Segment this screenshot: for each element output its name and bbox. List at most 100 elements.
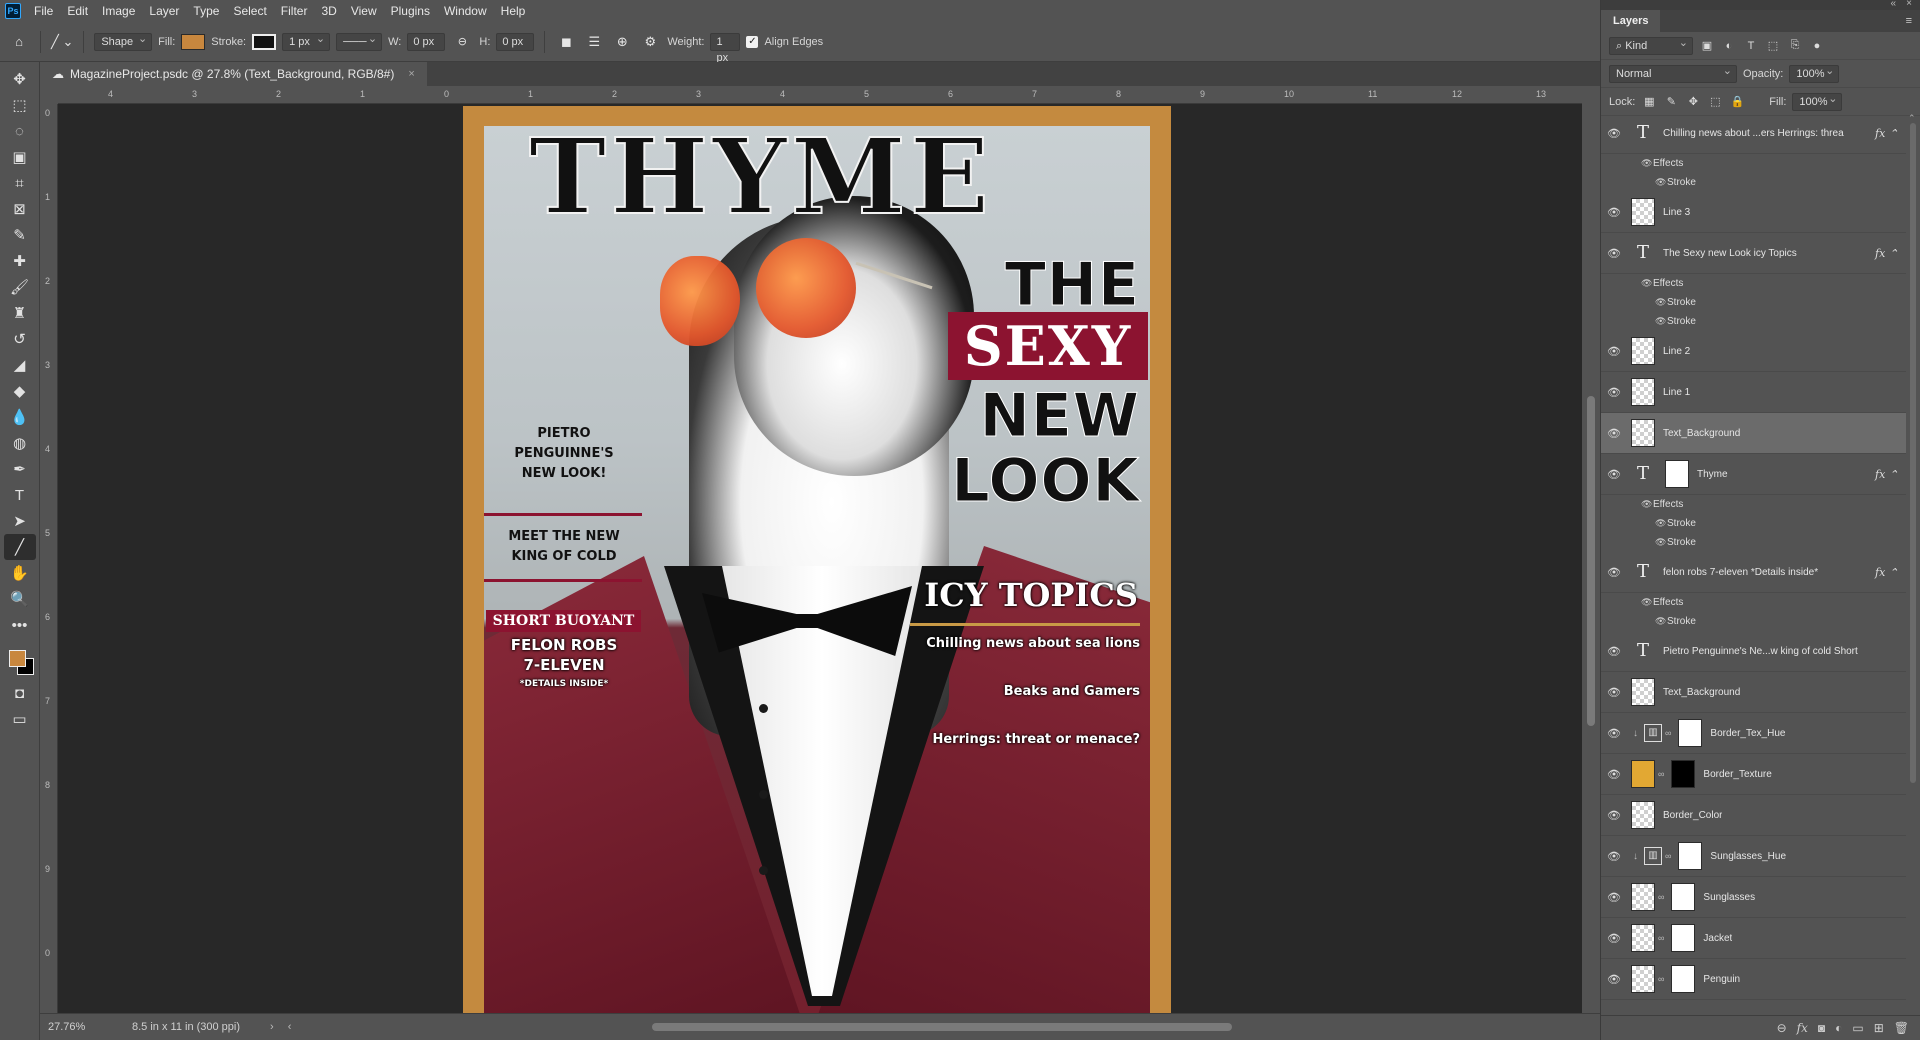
path-operations-icon[interactable]: ◼ — [555, 31, 577, 53]
layer-row[interactable]: 👁 Tfelon robs 7-eleven *Details inside* fx… — [1601, 552, 1906, 593]
layer-name[interactable]: Line 1 — [1663, 387, 1690, 398]
scroll-thumb[interactable] — [1587, 396, 1595, 726]
magazine-cover[interactable]: THYME THE SEXY NEW LOOK PIETRO PENGUINNE… — [484, 126, 1150, 1013]
line-tool-icon[interactable]: ╱ — [3, 534, 36, 560]
stroke-type-select[interactable]: ─── — [336, 31, 383, 51]
visibility-eye-icon[interactable]: 👁 — [1601, 932, 1627, 945]
filter-smart-object-icon[interactable]: ⎘ — [1787, 38, 1803, 54]
new-layer-icon[interactable]: ⊞ — [1874, 1021, 1884, 1035]
layer-row[interactable]: 👁 T Thyme fx ⌃ — [1601, 454, 1906, 495]
hand-tool-icon[interactable]: ✋ — [4, 560, 36, 586]
visibility-eye-icon[interactable]: 👁 — [1601, 891, 1627, 904]
layer-thumbnail[interactable] — [1631, 883, 1655, 911]
effect-visibility-icon[interactable]: 👁 — [1655, 537, 1667, 548]
hue-saturation-adjustment-icon[interactable]: ▥ — [1644, 724, 1662, 742]
effect-visibility-icon[interactable]: 👁 — [1655, 616, 1667, 627]
new-group-icon[interactable]: ▭ — [1852, 1021, 1863, 1035]
visibility-eye-icon[interactable]: 👁 — [1601, 345, 1627, 358]
filter-adjustment-icon[interactable]: ◐ — [1721, 38, 1737, 54]
gear-icon[interactable]: ⚙ — [639, 31, 661, 53]
effect-visibility-icon[interactable]: 👁 — [1641, 499, 1653, 510]
visibility-eye-icon[interactable]: 👁 — [1601, 127, 1627, 140]
layer-name[interactable]: Border_Color — [1663, 810, 1722, 821]
visibility-eye-icon[interactable]: 👁 — [1601, 206, 1627, 219]
stroke-width-field[interactable]: 1 px — [282, 31, 331, 51]
new-adjustment-icon[interactable]: ◐ — [1835, 1021, 1842, 1035]
mask-link-icon[interactable]: ∞ — [1658, 892, 1664, 902]
layer-row[interactable]: 👁 ↓ ▥ ∞ Sunglasses_Hue — [1601, 836, 1906, 877]
layer-effects-icon[interactable]: fx ⌃ — [1875, 247, 1898, 260]
layer-row[interactable]: 👁 ∞ Jacket — [1601, 918, 1906, 959]
text-layer-icon[interactable]: T — [1631, 558, 1655, 586]
tab-layers[interactable]: Layers — [1601, 10, 1661, 32]
document-canvas[interactable]: THYME THE SEXY NEW LOOK PIETRO PENGUINNE… — [58, 104, 1582, 1013]
layer-name[interactable]: The Sexy new Look icy Topics — [1663, 248, 1797, 259]
move-tool-icon[interactable]: ✥ — [4, 66, 36, 92]
magazine-border[interactable]: THYME THE SEXY NEW LOOK PIETRO PENGUINNE… — [463, 106, 1171, 1013]
layer-thumbnail[interactable] — [1631, 801, 1655, 829]
fill-swatch[interactable] — [181, 33, 206, 50]
layer-name[interactable]: Text_Background — [1663, 428, 1740, 439]
effect-row[interactable]: 👁 Stroke — [1601, 293, 1906, 312]
layer-mask-thumbnail[interactable] — [1671, 760, 1696, 788]
add-style-icon[interactable]: fx — [1797, 1021, 1808, 1035]
layer-name[interactable]: Thyme — [1697, 469, 1728, 480]
text-layer-icon[interactable]: T — [1631, 637, 1655, 665]
brush-tool-icon[interactable]: 🖌 — [4, 274, 36, 300]
visibility-eye-icon[interactable]: 👁 — [1601, 768, 1627, 781]
layer-row[interactable]: 👁 T Chilling news about ...ers Herrings: t… — [1601, 113, 1906, 154]
lock-all-icon[interactable]: 🔒 — [1729, 94, 1745, 110]
layer-thumbnail[interactable] — [1631, 678, 1655, 706]
layer-name[interactable]: Sunglasses_Hue — [1710, 851, 1786, 862]
lock-image-icon[interactable]: ✎ — [1663, 94, 1679, 110]
quick-mask-icon[interactable]: ◘ — [4, 680, 36, 706]
layer-effects-icon[interactable]: fx ⌃ — [1875, 468, 1898, 481]
layer-row[interactable]: 👁 Line 1 — [1601, 372, 1906, 413]
text-layer-icon[interactable]: T — [1631, 239, 1655, 267]
mask-link-icon[interactable]: ∞ — [1658, 974, 1664, 984]
hue-saturation-adjustment-icon[interactable]: ▥ — [1644, 847, 1662, 865]
visibility-eye-icon[interactable]: 👁 — [1601, 566, 1627, 579]
horizontal-ruler[interactable]: 4 3 2 1 0 1 2 3 4 5 6 7 8 9 10 11 12 13 — [58, 86, 1582, 104]
layers-scroll-thumb[interactable] — [1910, 123, 1916, 783]
opacity-field[interactable]: 100% — [1789, 63, 1840, 83]
effect-visibility-icon[interactable]: 👁 — [1641, 158, 1653, 169]
visibility-eye-icon[interactable]: 👁 — [1601, 850, 1627, 863]
layer-name[interactable]: Jacket — [1703, 933, 1732, 944]
canvas-horizontal-scrollbar[interactable] — [652, 1023, 1232, 1031]
delete-layer-icon[interactable]: 🗑 — [1894, 1021, 1909, 1035]
stroke-swatch[interactable] — [252, 33, 277, 50]
lock-position-icon[interactable]: ✥ — [1685, 94, 1701, 110]
mask-link-icon[interactable]: ∞ — [1658, 769, 1664, 779]
layer-row[interactable]: 👁 Border_Color — [1601, 795, 1906, 836]
layer-mask-thumbnail[interactable] — [1678, 842, 1703, 870]
visibility-eye-icon[interactable]: 👁 — [1601, 809, 1627, 822]
effect-row[interactable]: 👁 Stroke — [1601, 514, 1906, 533]
screen-mode-icon[interactable]: ▭ — [4, 706, 36, 732]
layer-thumbnail[interactable] — [1631, 378, 1655, 406]
zoom-level[interactable]: 27.76% — [48, 1021, 108, 1033]
frame-tool-icon[interactable]: ⊠ — [4, 196, 36, 222]
canvas-vertical-scrollbar[interactable] — [1582, 86, 1600, 1013]
width-field[interactable]: 0 px — [407, 32, 446, 51]
collapse-panels-icon[interactable]: « — [1890, 0, 1896, 9]
layer-name[interactable]: Pietro Penguinne's Ne...w king of cold S… — [1663, 646, 1858, 657]
menu-edit[interactable]: Edit — [60, 0, 95, 22]
layer-thumbnail[interactable] — [1631, 760, 1655, 788]
text-layer-icon[interactable]: T — [1631, 460, 1655, 488]
eyedropper-tool-icon[interactable]: ✎ — [4, 222, 36, 248]
menu-view[interactable]: View — [344, 0, 384, 22]
layer-row[interactable]: 👁 ↓ ▥ ∞ Border_Tex_Hue — [1601, 713, 1906, 754]
effect-row[interactable]: 👁 Stroke — [1601, 173, 1906, 192]
layer-name[interactable]: Line 3 — [1663, 207, 1690, 218]
close-panel-icon[interactable]: × — [1906, 0, 1912, 9]
visibility-eye-icon[interactable]: 👁 — [1601, 247, 1627, 260]
document-info[interactable]: 8.5 in x 11 in (300 ppi) — [132, 1021, 240, 1033]
status-menu-icon[interactable]: › — [270, 1021, 274, 1033]
menu-select[interactable]: Select — [226, 0, 273, 22]
menu-image[interactable]: Image — [95, 0, 142, 22]
fill-field[interactable]: 100% — [1792, 91, 1843, 111]
layer-name[interactable]: Chilling news about ...ers Herrings: thr… — [1663, 128, 1844, 139]
visibility-eye-icon[interactable]: 👁 — [1601, 686, 1627, 699]
menu-layer[interactable]: Layer — [142, 0, 186, 22]
